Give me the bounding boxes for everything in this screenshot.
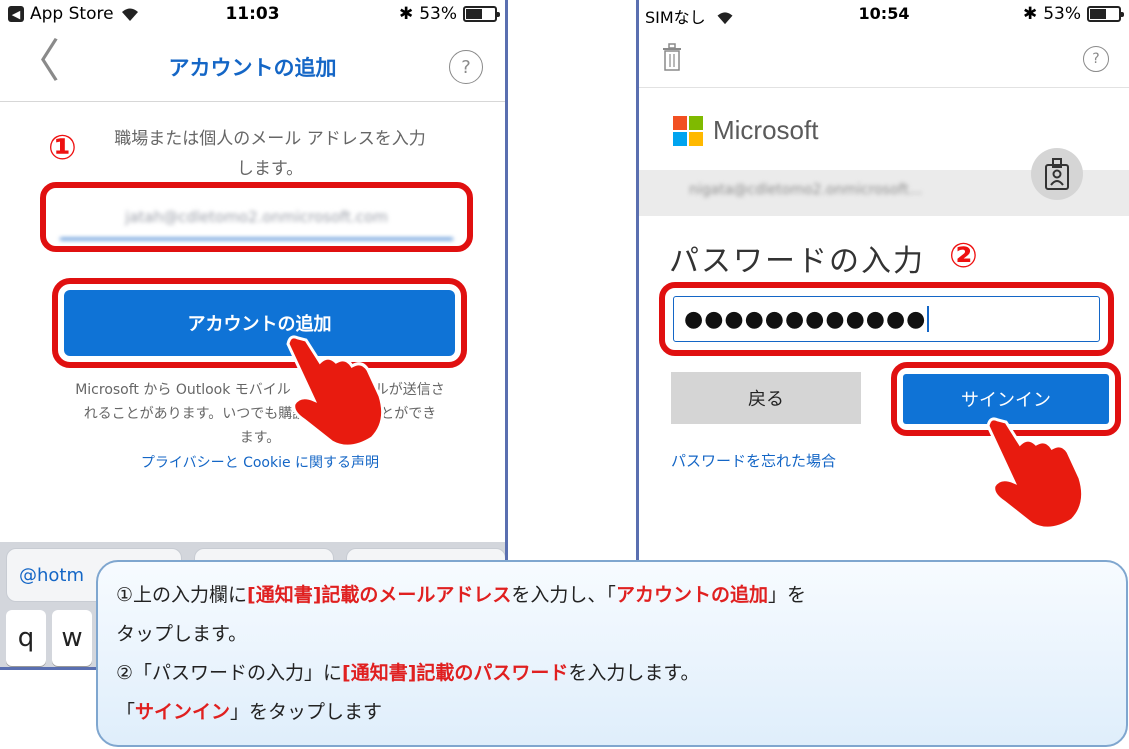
battery-percent: 53% xyxy=(419,4,457,24)
status-bar: ◀ App Store 11:03 ✱ 53% xyxy=(0,0,505,28)
password-input[interactable]: ●●●●●●●●●●●● xyxy=(673,296,1100,342)
add-account-button[interactable]: アカウントの追加 xyxy=(64,290,455,356)
nav-bar: 〈 アカウントの追加 ? xyxy=(0,30,505,102)
trash-icon[interactable] xyxy=(661,42,683,72)
microsoft-logo: Microsoft xyxy=(673,115,818,146)
back-button[interactable]: 戻る xyxy=(671,372,861,424)
instruction-text: 職場または個人のメール アドレスを入力 します。 xyxy=(114,129,426,179)
account-email: nigata@cdletomo2.onmicrosoft... xyxy=(689,182,923,198)
microsoft-logo-icon xyxy=(673,115,703,146)
add-account-highlight-frame: アカウントの追加 xyxy=(52,278,467,368)
notice-text: Microsoft から Outlook モバイル ールが送信さ れることがありま… xyxy=(75,382,445,446)
callout-line-4: 「サインイン」をタップします xyxy=(116,701,383,723)
bluetooth-icon: ✱ xyxy=(398,4,414,24)
instruction-callout: ①上の入力欄に[通知書]記載のメールアドレスを入力し、「アカウントの追加」を タ… xyxy=(96,560,1128,747)
password-highlight-frame: ●●●●●●●●●●●● xyxy=(659,282,1114,356)
pointing-hand-icon xyxy=(286,335,385,448)
pointing-hand-icon xyxy=(986,417,1085,530)
email-highlight-frame: jatah@cdletomo2.onmicrosoft.com xyxy=(40,182,473,252)
help-icon[interactable]: ? xyxy=(1083,46,1109,72)
password-title: パスワードの入力 xyxy=(669,244,925,279)
privacy-link[interactable]: プライバシーと Cookie に関する声明 xyxy=(40,452,480,472)
battery-percent-right: 53% xyxy=(1043,4,1081,24)
help-icon[interactable]: ? xyxy=(449,50,483,84)
badge-icon xyxy=(1031,148,1083,200)
battery-icon xyxy=(1087,6,1124,22)
text-caret xyxy=(927,306,930,332)
bluetooth-icon: ✱ xyxy=(1022,4,1038,24)
key-w[interactable]: w xyxy=(52,610,92,666)
callout-line-1: ①上の入力欄に[通知書]記載のメールアドレスを入力し、「アカウントの追加」を xyxy=(116,584,806,606)
step-marker-2: ② xyxy=(949,236,978,276)
brand-name: Microsoft xyxy=(713,115,819,145)
callout-line-2: タップします。 xyxy=(116,623,248,645)
step-marker-1: ① xyxy=(48,128,77,168)
callout-line-3: ②「パスワードの入力」に[通知書]記載のパスワードを入力します。 xyxy=(116,662,700,684)
forgot-password-link[interactable]: パスワードを忘れた場合 xyxy=(671,450,836,471)
status-bar-right: SIMなし 10:54 ✱ 53% xyxy=(639,0,1129,28)
email-input[interactable]: jatah@cdletomo2.onmicrosoft.com xyxy=(60,196,453,240)
battery-icon xyxy=(463,6,500,22)
page-title: アカウントの追加 xyxy=(168,56,337,80)
toolbar: ? xyxy=(639,28,1129,88)
key-q[interactable]: q xyxy=(6,610,46,666)
